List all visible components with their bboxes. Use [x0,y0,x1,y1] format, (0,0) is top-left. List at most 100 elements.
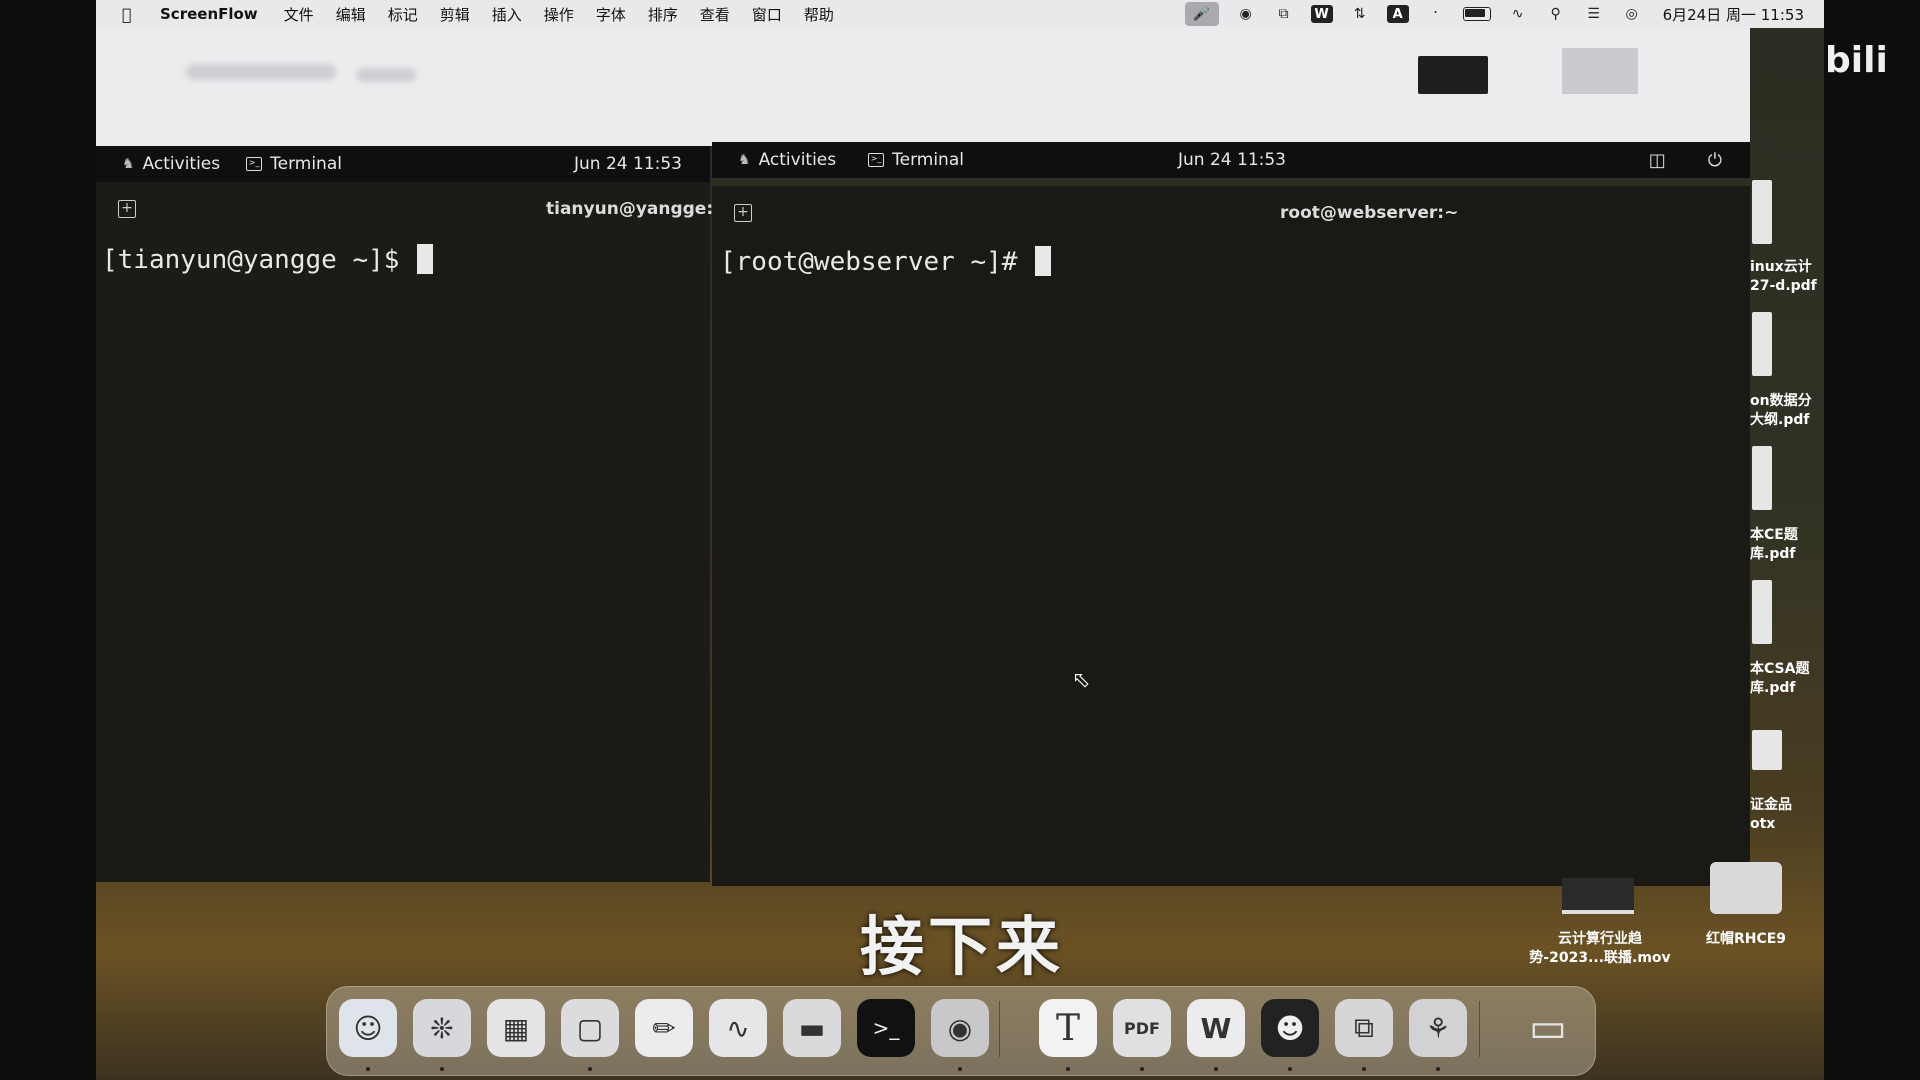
running-indicator [440,1067,444,1071]
right-black-bar [1824,0,1920,1080]
terminal-icon[interactable]: >_ [857,999,915,1057]
terminal-title: root@webserver:~ [1280,203,1459,223]
desktop-file[interactable]: 本CSA题 库.pdf [1750,660,1824,698]
file-thumbnail[interactable] [1752,730,1782,770]
macos-dock: ☺ ❊ ▦ ▢ ✏ ∿ ▬ >_ ◉ T PDF W ☻ ⧉ ⚘ ▭ [326,986,1596,1076]
file-thumbnail[interactable] [1752,312,1772,376]
input-method-icon[interactable]: A [1386,5,1409,23]
messages-icon[interactable]: ▢ [561,999,619,1057]
desktop-file[interactable]: 本CE题 库.pdf [1750,526,1824,564]
trash-icon[interactable]: ▭ [1519,999,1577,1057]
menu-font[interactable]: 字体 [596,4,626,25]
chatbot-icon[interactable]: ☻ [1261,999,1319,1057]
background-window-strip [96,28,1750,146]
terminal-headerbar: + tianyun@yangge:~ [96,182,727,234]
new-tab-icon[interactable]: + [734,204,752,222]
terminal-window-left[interactable]: + tianyun@yangge:~ [tianyun@yangge ~]$ [96,182,727,882]
menu-mark[interactable]: 标记 [388,4,418,25]
siri-icon[interactable]: ◎ [1621,5,1643,23]
terminal-headerbar: + root@webserver:~ [712,186,1750,238]
pdf-icon[interactable]: PDF [1113,999,1171,1057]
camera-icon[interactable]: ◉ [1235,5,1257,23]
screen-icon[interactable]: ⧉ [1273,5,1295,23]
macos-menubar:  ScreenFlow 文件 编辑 标记 剪辑 插入 操作 字体 排序 查看 … [96,0,1824,28]
terminal-icon: >_ [246,157,263,171]
gnome-clock[interactable]: Jun 24 11:53 [1178,150,1286,170]
folder-icon[interactable] [1710,862,1782,914]
spotlight-icon[interactable]: ⚲ [1545,5,1567,23]
activities-button[interactable]: ♞ Activities [738,150,836,170]
dock-separator [1479,1001,1480,1057]
activities-button[interactable]: ♞ Activities [122,154,220,174]
menu-help[interactable]: 帮助 [804,4,834,25]
terminal-app-menu[interactable]: >_ Terminal [868,150,964,170]
desktop-file[interactable]: inux云计 27-d.pdf [1750,258,1824,296]
wps-icon[interactable]: W [1187,999,1245,1057]
prompt-text: [root@webserver ~]# [720,247,1034,277]
menu-app-name[interactable]: ScreenFlow [160,5,258,23]
thumbnail-preview [1418,56,1488,94]
notes-icon[interactable]: ✏ [635,999,693,1057]
movie-thumbnail[interactable] [1562,878,1634,914]
running-indicator [1214,1067,1218,1071]
freeform-icon[interactable]: ∿ [709,999,767,1057]
file-thumbnail[interactable] [1752,580,1772,644]
activities-label: Activities [142,154,221,174]
file-thumbnail[interactable] [1752,180,1772,244]
desktop-movie-file[interactable]: 云计算行业趋 势-2023...联播.mov [1520,930,1680,968]
control-center-icon[interactable]: ☰ [1583,5,1605,23]
sync-icon[interactable]: ⇅ [1349,5,1371,23]
launchpad-icon[interactable]: ▦ [487,999,545,1057]
microphone-icon[interactable]: 🎤 [1184,2,1219,26]
terminal-app-menu[interactable]: >_ Terminal [246,154,342,174]
gnome-foot-icon: ♞ [738,152,751,168]
power-icon[interactable]: ⏻ [1708,150,1722,171]
desktop-file[interactable]: on数据分 大纲.pdf [1750,392,1824,430]
network-icon[interactable]: ◫ [1649,150,1666,171]
menu-view[interactable]: 查看 [700,4,730,25]
text-cursor [417,244,434,274]
gnome-foot-icon: ♞ [122,156,135,172]
apple-icon[interactable]:  [122,5,142,24]
running-indicator [1436,1067,1440,1071]
watermark-thumbnail [1562,48,1638,94]
file-thumbnail[interactable] [1752,446,1772,510]
running-indicator [958,1067,962,1071]
screenflow-icon[interactable]: ◉ [931,999,989,1057]
menu-edit[interactable]: 编辑 [336,4,366,25]
terminal-prompt-line[interactable]: [tianyun@yangge ~]$ [102,244,434,275]
wifi-icon[interactable]: ∿ [1507,5,1529,23]
menu-file[interactable]: 文件 [284,4,314,25]
bluetooth-icon[interactable]: ᛫ [1425,5,1447,23]
running-indicator [588,1067,592,1071]
wps-icon[interactable]: W [1310,5,1333,23]
vmware-icon[interactable]: ⧉ [1335,999,1393,1057]
menu-arrange[interactable]: 排序 [648,4,678,25]
running-indicator [1362,1067,1366,1071]
running-indicator [1066,1067,1070,1071]
activities-label: Activities [758,150,837,170]
gnome-clock[interactable]: Jun 24 11:53 [574,154,682,174]
menu-clip[interactable]: 剪辑 [440,4,470,25]
menu-action[interactable]: 操作 [544,4,574,25]
bilibili-logo: bili [1825,40,1888,81]
safari-icon[interactable]: ❊ [413,999,471,1057]
terminal-prompt-line[interactable]: [root@webserver ~]# [720,246,1052,277]
typora-icon[interactable]: T [1039,999,1097,1057]
terminal-window-right[interactable]: + root@webserver:~ [root@webserver ~]# [712,186,1750,886]
battery-icon[interactable] [1462,7,1491,21]
desktop-file[interactable]: 证金品 otx [1750,796,1824,834]
menu-insert[interactable]: 插入 [492,4,522,25]
dock-separator [999,1001,1000,1057]
finder-icon[interactable]: ☺ [339,999,397,1057]
new-tab-icon[interactable]: + [118,200,136,218]
menubar-clock[interactable]: 6月24日 周一 11:53 [1663,4,1804,25]
menu-window[interactable]: 窗口 [752,4,782,25]
text-cursor [1035,246,1052,276]
folder-icon[interactable]: ▬ [783,999,841,1057]
desktop-folder-label[interactable]: 红帽RHCE9 [1694,930,1798,949]
game-icon[interactable]: ⚘ [1409,999,1467,1057]
terminal-title: tianyun@yangge:~ [546,199,728,219]
gnome-top-bar-left: ♞ Activities >_ Terminal Jun 24 11:53 [96,146,710,182]
terminal-label: Terminal [270,154,342,174]
